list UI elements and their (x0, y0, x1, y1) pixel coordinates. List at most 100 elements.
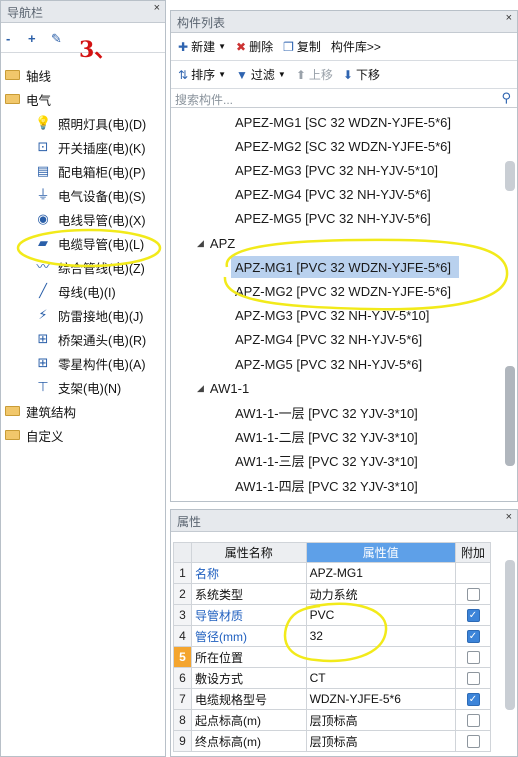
electrical-device-icon: ⏚ (36, 187, 50, 202)
delete-button[interactable]: ✖ 删除 (233, 38, 276, 55)
list-close-icon[interactable]: × (506, 12, 512, 24)
property-row[interactable]: 7 电缆规格型号 WDZN-YJFE-5*6 ✓ (173, 688, 491, 710)
component-group[interactable]: ◢ AW1-1 (197, 377, 249, 399)
property-row[interactable]: 6 敷设方式 CT (173, 667, 491, 689)
property-row[interactable]: 8 起点标高(m) 层顶标高 (173, 709, 491, 731)
property-annotation (283, 602, 388, 663)
sort-label: 排序 (191, 68, 216, 82)
search-input[interactable]: 搜索构件... (175, 93, 233, 107)
props-close-icon[interactable]: × (506, 511, 512, 523)
extra-checkbox[interactable] (466, 588, 480, 602)
bracket-icon: ⊤ (37, 379, 49, 394)
component-label: APZ-MG5 [PVC 32 NH-YJV-5*6] (235, 356, 423, 372)
property-value[interactable]: 层顶标高 (305, 709, 457, 731)
property-name: 起点标高(m) (190, 709, 307, 731)
component-item[interactable]: AW1-1-四层 [PVC 32 YJV-3*10] (235, 474, 418, 496)
nav-tree-label: 防雷接地(电)(J) (58, 309, 144, 324)
component-item[interactable]: APEZ-MG4 [PVC 32 NH-YJV-5*6] (235, 184, 431, 206)
nav-tree-item[interactable]: ▤ 配电箱柜(电)(P) (1, 159, 165, 183)
library-button[interactable]: 构件库>> (328, 38, 384, 55)
component-item[interactable]: APEZ-MG2 [SC 32 WDZN-YJFE-5*6] (235, 135, 451, 157)
group-expand-icon[interactable]: ◢ (197, 383, 204, 394)
component-label: APEZ-MG5 [PVC 32 NH-YJV-5*6] (235, 211, 431, 227)
extra-checkbox[interactable] (466, 735, 480, 749)
list-scrollbar-thumb[interactable] (505, 161, 515, 191)
new-icon: ✚ (178, 39, 189, 54)
nav-tree-item[interactable]: ⊤ 支架(电)(N) (1, 375, 165, 399)
list-toolbar-2: ⇅ 排序 ▼ ▼ 过滤 ▼ ⬆ 上移 ⬇ 下移 (171, 61, 517, 89)
switch-socket-icon: ⊡ (37, 139, 49, 154)
nav-tree-item[interactable]: 自定义 (1, 423, 165, 447)
component-item[interactable]: APZ-MG4 [PVC 32 NH-YJV-5*6] (235, 329, 422, 351)
component-label: APZ-MG4 [PVC 32 NH-YJV-5*6] (235, 332, 423, 348)
component-item[interactable]: AW1-1-一层 [PVC 32 YJV-3*10] (235, 401, 418, 423)
nav-tree-item[interactable]: 电气 (1, 87, 165, 111)
nav-tree-item[interactable]: 建筑结构 (1, 399, 165, 423)
group-expand-icon[interactable]: ◢ (197, 238, 204, 249)
nav-header: 导航栏 × (1, 1, 165, 23)
folder-icon (5, 94, 20, 104)
props-scrollbar-thumb[interactable] (505, 560, 515, 710)
nav-tree-item[interactable]: 💡 照明灯具(电)(D) (1, 111, 165, 135)
extra-cell (455, 562, 491, 584)
search-icon[interactable]: ⚲ (501, 90, 511, 106)
extra-checkbox[interactable]: ✓ (466, 609, 480, 623)
filter-dropdown-icon[interactable]: ▼ (278, 70, 286, 79)
move-up-label: 上移 (308, 68, 333, 82)
extra-checkbox[interactable] (466, 714, 480, 728)
list-header: 构件列表 × (171, 11, 517, 33)
expand-all-icon[interactable]: + (28, 31, 36, 46)
component-item[interactable]: APEZ-MG3 [PVC 32 NH-YJV-5*10] (235, 159, 438, 181)
new-dropdown-icon[interactable]: ▼ (218, 42, 226, 51)
component-label: AW1-1 (209, 380, 250, 396)
property-value[interactable]: WDZN-YJFE-5*6 (305, 688, 457, 710)
property-row[interactable]: 1 名称 APZ-MG1 (173, 562, 491, 584)
move-down-button[interactable]: ⬇ 下移 (340, 66, 383, 83)
extra-checkbox[interactable] (466, 651, 480, 665)
row-number-header (173, 542, 192, 563)
move-up-button[interactable]: ⬆ 上移 (293, 66, 336, 83)
property-row[interactable]: 9 终点标高(m) 层顶标高 (173, 730, 491, 752)
extra-checkbox[interactable]: ✓ (466, 693, 480, 707)
nav-tree-label: 电线导管(电)(X) (58, 213, 146, 228)
nav-tree-item[interactable]: 轴线 (1, 63, 165, 87)
delete-icon: ✖ (236, 39, 247, 54)
component-item[interactable]: AW1-1-二层 [PVC 32 YJV-3*10] (235, 426, 418, 448)
extra-checkbox[interactable]: ✓ (466, 630, 480, 644)
filter-button[interactable]: ▼ 过滤 ▼ (233, 66, 289, 83)
extra-cell: ✓ (455, 625, 491, 647)
component-item[interactable]: AW1-1-三层 [PVC 32 YJV-3*10] (235, 450, 418, 472)
new-button[interactable]: ✚ 新建 ▼ (175, 38, 229, 55)
property-name-header: 属性名称 (190, 542, 307, 563)
folder-icon (5, 406, 20, 416)
collapse-all-icon[interactable]: - (6, 31, 10, 46)
search-box[interactable]: 搜索构件... ⚲ (171, 89, 517, 108)
nav-tree-item[interactable]: ╱ 母线(电)(I) (1, 279, 165, 303)
selection-annotation (223, 238, 509, 311)
nav-close-icon[interactable]: × (154, 2, 160, 14)
row-number: 9 (173, 730, 192, 752)
nav-tree-item[interactable]: ⊞ 零星构件(电)(A) (1, 351, 165, 375)
extra-header: 附加 (455, 542, 491, 563)
tray-fitting-icon: ⊞ (37, 331, 49, 346)
nav-tree-item[interactable]: ⊞ 桥架通头(电)(R) (1, 327, 165, 351)
component-item[interactable]: APEZ-MG5 [PVC 32 NH-YJV-5*6] (235, 208, 431, 230)
list-scrollbar-thumb-2[interactable] (505, 366, 515, 466)
component-item[interactable]: APZ-MG5 [PVC 32 NH-YJV-5*6] (235, 353, 422, 375)
row-number: 4 (173, 625, 192, 647)
nav-tree-item[interactable]: ⏚ 电气设备(电)(S) (1, 183, 165, 207)
move-down-icon: ⬇ (342, 67, 353, 82)
property-value[interactable]: 层顶标高 (305, 730, 457, 752)
nav-tree-item[interactable]: ⊡ 开关插座(电)(K) (1, 135, 165, 159)
property-value[interactable]: CT (305, 667, 457, 689)
edit-icon[interactable]: ✎ (51, 31, 62, 47)
extra-checkbox[interactable] (466, 672, 480, 686)
copy-button[interactable]: ❐ 复制 (280, 38, 324, 55)
sort-dropdown-icon[interactable]: ▼ (218, 70, 226, 79)
component-item[interactable]: APEZ-MG1 [SC 32 WDZN-YJFE-5*6] (235, 111, 451, 133)
property-value[interactable]: APZ-MG1 (305, 562, 457, 584)
sort-button[interactable]: ⇅ 排序 ▼ (175, 66, 229, 83)
nav-tree-item[interactable]: ⚡ 防雷接地(电)(J) (1, 303, 165, 327)
extra-cell (455, 583, 491, 605)
nav-tree-label: 电气设备(电)(S) (58, 189, 146, 204)
